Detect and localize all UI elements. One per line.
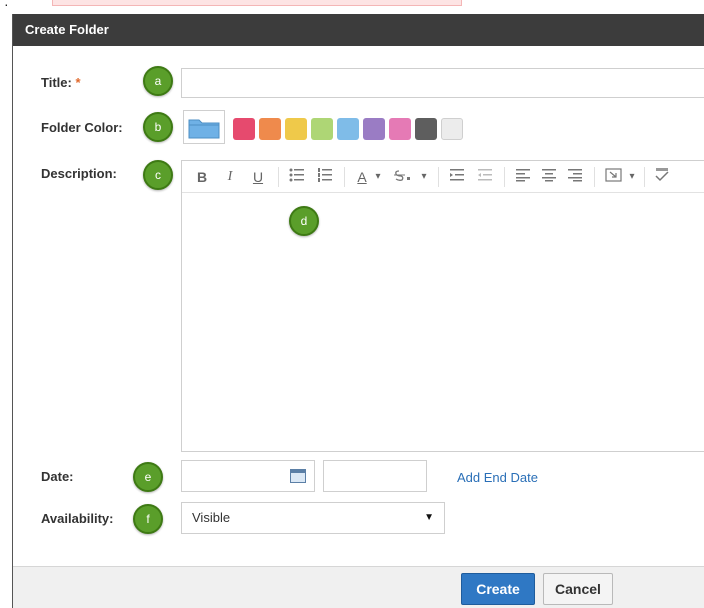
start-time-input[interactable] [323,460,427,492]
italic-button[interactable]: I [220,167,240,187]
chevron-down-icon: ▼ [424,512,434,523]
font-color-button[interactable]: A [352,167,372,187]
page-top-strip: · [0,0,704,14]
annotation-marker-d: d [289,206,319,236]
indent-button[interactable] [446,167,468,187]
title-label-text: Title: [41,75,72,90]
strikethrough-icon [394,170,410,181]
folder-icon [188,119,220,139]
cancel-button[interactable]: Cancel [543,573,613,605]
annotation-marker-a: a [143,66,173,96]
toolbar-separator [438,167,439,187]
spellcheck-icon [655,168,669,182]
bold-button[interactable]: B [192,167,212,187]
annotation-marker-f: f [133,504,163,534]
bullet-list-icon [289,168,304,182]
numbered-list-icon [318,168,332,182]
insert-media-button[interactable] [602,167,626,187]
align-center-icon [542,169,556,182]
calendar-icon[interactable] [290,469,306,483]
title-input[interactable] [181,68,704,98]
numbered-list-button[interactable] [314,167,336,187]
color-swatch[interactable] [363,118,385,140]
description-editor[interactable]: B I U A ▾ ▾ ▾ [181,160,704,452]
color-swatch[interactable] [311,118,333,140]
align-center-button[interactable] [538,167,560,187]
availability-select[interactable]: Visible ▼ [181,502,445,534]
color-swatch[interactable] [415,118,437,140]
dialog-title: Create Folder [25,22,109,37]
annotation-marker-e: e [133,462,163,492]
format-dropdown-icon[interactable]: ▾ [418,167,430,187]
annotation-marker-b: b [143,112,173,142]
color-swatch[interactable] [259,118,281,140]
required-asterisk: * [75,75,81,90]
format-button[interactable] [390,167,418,187]
folder-color-selected[interactable] [183,110,225,144]
title-label: Title: * [41,75,81,90]
toolbar-separator [594,167,595,187]
outdent-icon [478,169,492,181]
indent-icon [450,169,464,181]
color-swatch[interactable] [233,118,255,140]
spellcheck-button[interactable] [650,167,674,187]
annotation-marker-c: c [143,160,173,190]
toolbar-separator [278,167,279,187]
outdent-button[interactable] [474,167,496,187]
color-swatch[interactable] [441,118,463,140]
top-highlight-bar [52,0,462,6]
toolbar-separator [504,167,505,187]
color-swatch[interactable] [337,118,359,140]
availability-label: Availability: [41,511,114,526]
create-button[interactable]: Create [461,573,535,605]
toolbar-separator [344,167,345,187]
toolbar-separator [644,167,645,187]
availability-value: Visible [192,510,231,525]
start-date-input[interactable] [181,460,315,492]
align-left-button[interactable] [512,167,534,187]
underline-button[interactable]: U [248,167,268,187]
align-right-button[interactable] [564,167,586,187]
add-end-date-link[interactable]: Add End Date [457,470,538,485]
bullet-list-button[interactable] [286,167,308,187]
dialog-titlebar: Create Folder [13,14,704,46]
align-right-icon [568,169,582,182]
align-left-icon [516,169,530,182]
date-label: Date: [41,469,74,484]
editor-toolbar: B I U A ▾ ▾ ▾ [182,161,704,193]
top-edge-glyph: · [4,0,9,12]
create-folder-dialog: Create Folder Title: * a Folder Color: b… [12,14,704,608]
insert-media-icon [605,168,622,182]
insert-media-dropdown-icon[interactable]: ▾ [626,167,638,187]
color-swatch[interactable] [285,118,307,140]
font-color-dropdown-icon[interactable]: ▾ [372,167,384,187]
description-label: Description: [41,166,117,181]
color-swatch[interactable] [389,118,411,140]
folder-color-label: Folder Color: [41,120,123,135]
